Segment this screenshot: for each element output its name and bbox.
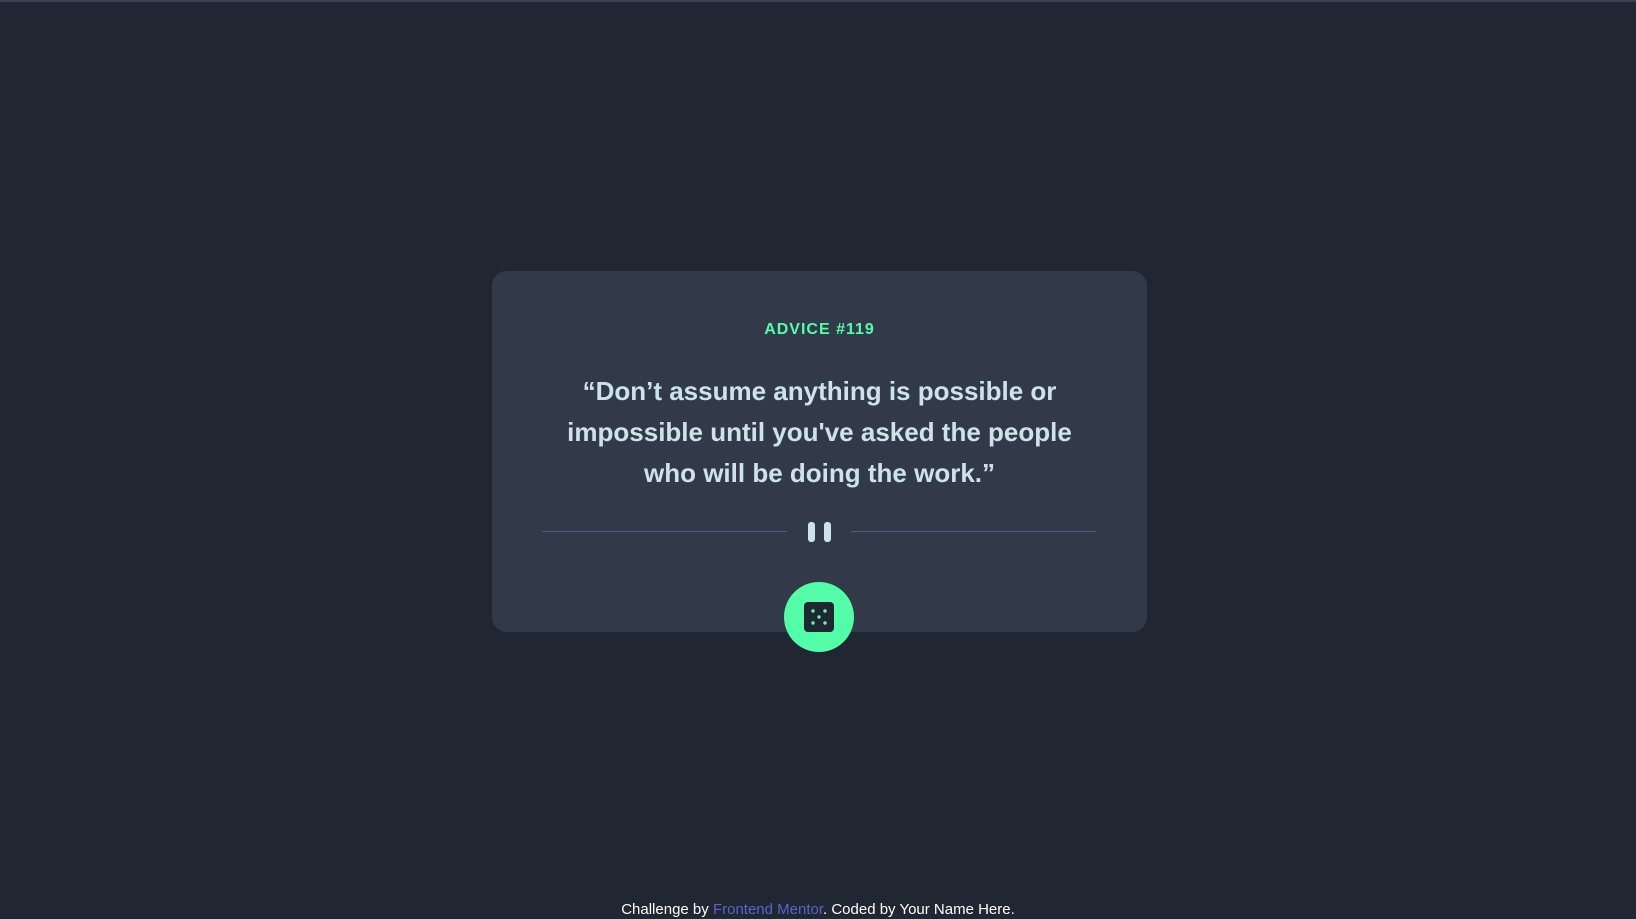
- pause-icon: [807, 521, 833, 543]
- top-border: [0, 0, 1636, 2]
- divider-line-left: [542, 531, 787, 532]
- footer-prefix: Challenge by: [621, 901, 713, 918]
- footer-suffix: . Coded by Your Name Here.: [823, 901, 1015, 918]
- advice-quote: “Don’t assume anything is possible or im…: [567, 376, 1072, 488]
- advice-card: ADVICE #119 “Don’t assume anything is po…: [492, 271, 1147, 632]
- divider: [542, 521, 1096, 543]
- generate-advice-button[interactable]: [784, 582, 854, 652]
- advice-number: ADVICE #119: [764, 321, 875, 338]
- dice-icon: [804, 602, 834, 632]
- frontend-mentor-link[interactable]: Frontend Mentor: [713, 901, 823, 918]
- divider-line-right: [851, 531, 1096, 532]
- attribution-footer: Challenge by Frontend Mentor. Coded by Y…: [0, 901, 1636, 919]
